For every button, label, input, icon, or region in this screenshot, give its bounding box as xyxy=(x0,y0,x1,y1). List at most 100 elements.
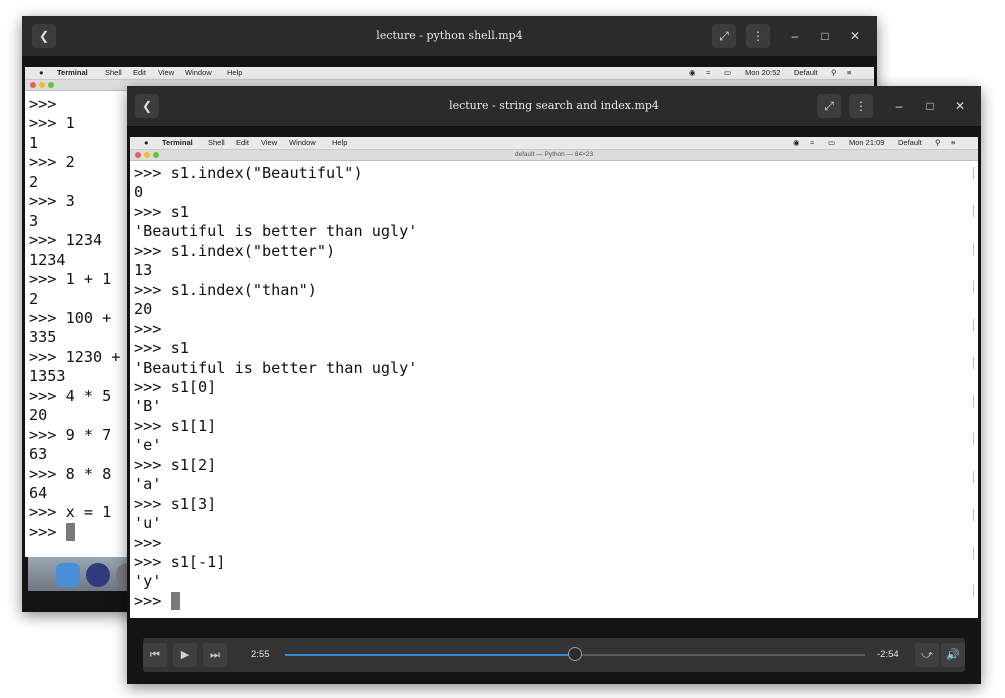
play-icon[interactable]: ▶ xyxy=(173,643,197,667)
menu-shell[interactable]: Shell xyxy=(105,67,122,79)
maximize-icon[interactable]: □ xyxy=(920,96,940,116)
terminal-prompt-line[interactable]: >>> xyxy=(29,523,75,542)
terminal-line: >>> 1 xyxy=(29,114,75,133)
close-dot-icon[interactable] xyxy=(135,152,141,158)
close-icon[interactable]: ✕ xyxy=(845,26,865,46)
list-icon[interactable]: ≡ xyxy=(951,137,955,149)
text-cursor xyxy=(170,592,180,611)
terminal-line: >>> 1 + 1 xyxy=(29,270,112,289)
finder-icon[interactable] xyxy=(56,563,80,587)
menu-edit[interactable]: Edit xyxy=(236,137,249,149)
wifi-icon: ≈ xyxy=(706,68,711,77)
terminal-line: 'Beautiful is better than ugly' xyxy=(134,358,418,377)
close-icon[interactable]: ✕ xyxy=(950,96,970,116)
menu-window[interactable]: Window xyxy=(289,137,316,149)
remaining-time: -2:54 xyxy=(877,649,899,660)
title-bar: ❮ lecture - string search and index.mp4 … xyxy=(127,86,981,126)
search-icon[interactable]: ⚲ xyxy=(831,67,837,79)
battery-icon: ▭ xyxy=(724,68,732,77)
terminal-line: >>> s1[2] xyxy=(134,455,217,474)
terminal-line: >>> s1.index("than") xyxy=(134,280,317,299)
scroll-tick xyxy=(973,281,974,293)
playback-controls: ⏮ ▶ ⏭ 2:55 -2:54 ⤻ 🔊 xyxy=(143,638,965,672)
terminal-line: 20 xyxy=(29,406,48,425)
apple-icon: ● xyxy=(144,138,149,147)
terminal-line: 1234 xyxy=(29,250,66,269)
skip-back-icon[interactable]: ⏮ xyxy=(143,643,167,667)
menu-clock: Mon 20:52 xyxy=(745,68,781,77)
zoom-dot-icon[interactable] xyxy=(153,152,159,158)
menu-edit[interactable]: Edit xyxy=(133,67,146,79)
terminal-output[interactable]: >>> s1.index("Beautiful") 0 >>> s1 'Beautif… xyxy=(130,161,978,618)
more-vertical-icon[interactable]: ⋮ xyxy=(849,94,873,118)
video-player-window-front: ❮ lecture - string search and index.mp4 … xyxy=(127,86,981,684)
menu-window[interactable]: Window xyxy=(185,67,212,79)
scroll-tick xyxy=(973,471,974,483)
scroll-tick xyxy=(973,585,974,597)
title-bar: ❮ lecture - python shell.mp4 ⤢ ⋮ – □ ✕ xyxy=(22,16,877,56)
scroll-tick xyxy=(973,319,974,331)
close-dot-icon[interactable] xyxy=(30,82,36,88)
terminal-line: >>> 4 * 5 xyxy=(29,386,112,405)
terminal-line: 3 xyxy=(29,211,39,230)
terminal-line: >>> s1[1] xyxy=(134,416,217,435)
expand-icon[interactable]: ⤢ xyxy=(817,94,841,118)
search-icon[interactable]: ⚲ xyxy=(935,137,941,149)
terminal-line: 2 xyxy=(29,172,39,191)
minimize-dot-icon[interactable] xyxy=(39,82,45,88)
zoom-dot-icon[interactable] xyxy=(48,82,54,88)
terminal-title-bar: default — Python — 84×23 xyxy=(130,150,978,161)
record-icon: ◉ xyxy=(689,68,696,77)
menu-shell[interactable]: Shell xyxy=(208,137,225,149)
terminal-line: 'Beautiful is better than ugly' xyxy=(134,222,418,241)
terminal-line: 'y' xyxy=(134,572,162,591)
menu-help[interactable]: Help xyxy=(227,67,242,79)
terminal-line: 'B' xyxy=(134,397,162,416)
terminal-line: 20 xyxy=(134,300,153,319)
skip-forward-icon[interactable]: ⏭ xyxy=(203,643,227,667)
terminal-prompt-line[interactable]: >>> xyxy=(134,592,180,611)
terminal-line: >>> x = 1 xyxy=(29,503,112,522)
scroll-tick xyxy=(973,205,974,217)
traffic-lights xyxy=(30,82,57,88)
terminal-line: >>> xyxy=(134,533,162,552)
terminal-line: >>> 1230 + xyxy=(29,347,121,366)
terminal-prompt: >>> xyxy=(134,591,171,610)
terminal-line: >>> xyxy=(134,319,162,338)
minimize-icon[interactable]: – xyxy=(889,96,909,116)
terminal-line: 'u' xyxy=(134,514,162,533)
scroll-tick xyxy=(973,433,974,445)
terminal-line: 1353 xyxy=(29,367,66,386)
wifi-icon: ≈ xyxy=(810,138,815,147)
menu-view[interactable]: View xyxy=(158,67,174,79)
seek-handle[interactable] xyxy=(568,647,582,661)
traffic-lights xyxy=(135,152,162,158)
terminal-output[interactable]: >>> >>> 1 1 >>> 2 2 >>> 3 3 >>> 1234 1234 >>> 1 +… xyxy=(25,91,130,557)
terminal-line: 'a' xyxy=(134,475,162,494)
terminal-line: >>> 1234 xyxy=(29,231,103,250)
terminal-line: >>> xyxy=(29,95,57,113)
list-icon[interactable]: ≡ xyxy=(847,67,851,79)
minimize-dot-icon[interactable] xyxy=(144,152,150,158)
terminal-line: >>> s1[-1] xyxy=(134,553,226,571)
terminal-line: 63 xyxy=(29,445,48,464)
terminal-prompt: >>> xyxy=(29,522,66,541)
menu-help[interactable]: Help xyxy=(332,137,347,149)
more-vertical-icon[interactable]: ⋮ xyxy=(746,24,770,48)
terminal-line: >>> 8 * 8 xyxy=(29,464,112,483)
terminal-line: 1 xyxy=(29,133,39,152)
expand-icon[interactable]: ⤢ xyxy=(712,24,736,48)
terminal-line: >>> s1.index("better") xyxy=(134,241,336,260)
terminal-line: 335 xyxy=(29,328,57,347)
volume-icon[interactable]: 🔊 xyxy=(941,643,965,667)
maximize-icon[interactable]: □ xyxy=(815,26,835,46)
replay-icon[interactable]: ⤻ xyxy=(915,643,939,667)
menu-profile: Default xyxy=(794,68,818,77)
minimize-icon[interactable]: – xyxy=(785,26,805,46)
terminal-line: >>> 3 xyxy=(29,192,75,211)
siri-icon[interactable] xyxy=(86,563,110,587)
menu-view[interactable]: View xyxy=(261,137,277,149)
seek-bar[interactable] xyxy=(285,647,865,661)
terminal-line: >>> s1 xyxy=(134,202,189,221)
menu-clock: Mon 21:09 xyxy=(849,138,885,147)
